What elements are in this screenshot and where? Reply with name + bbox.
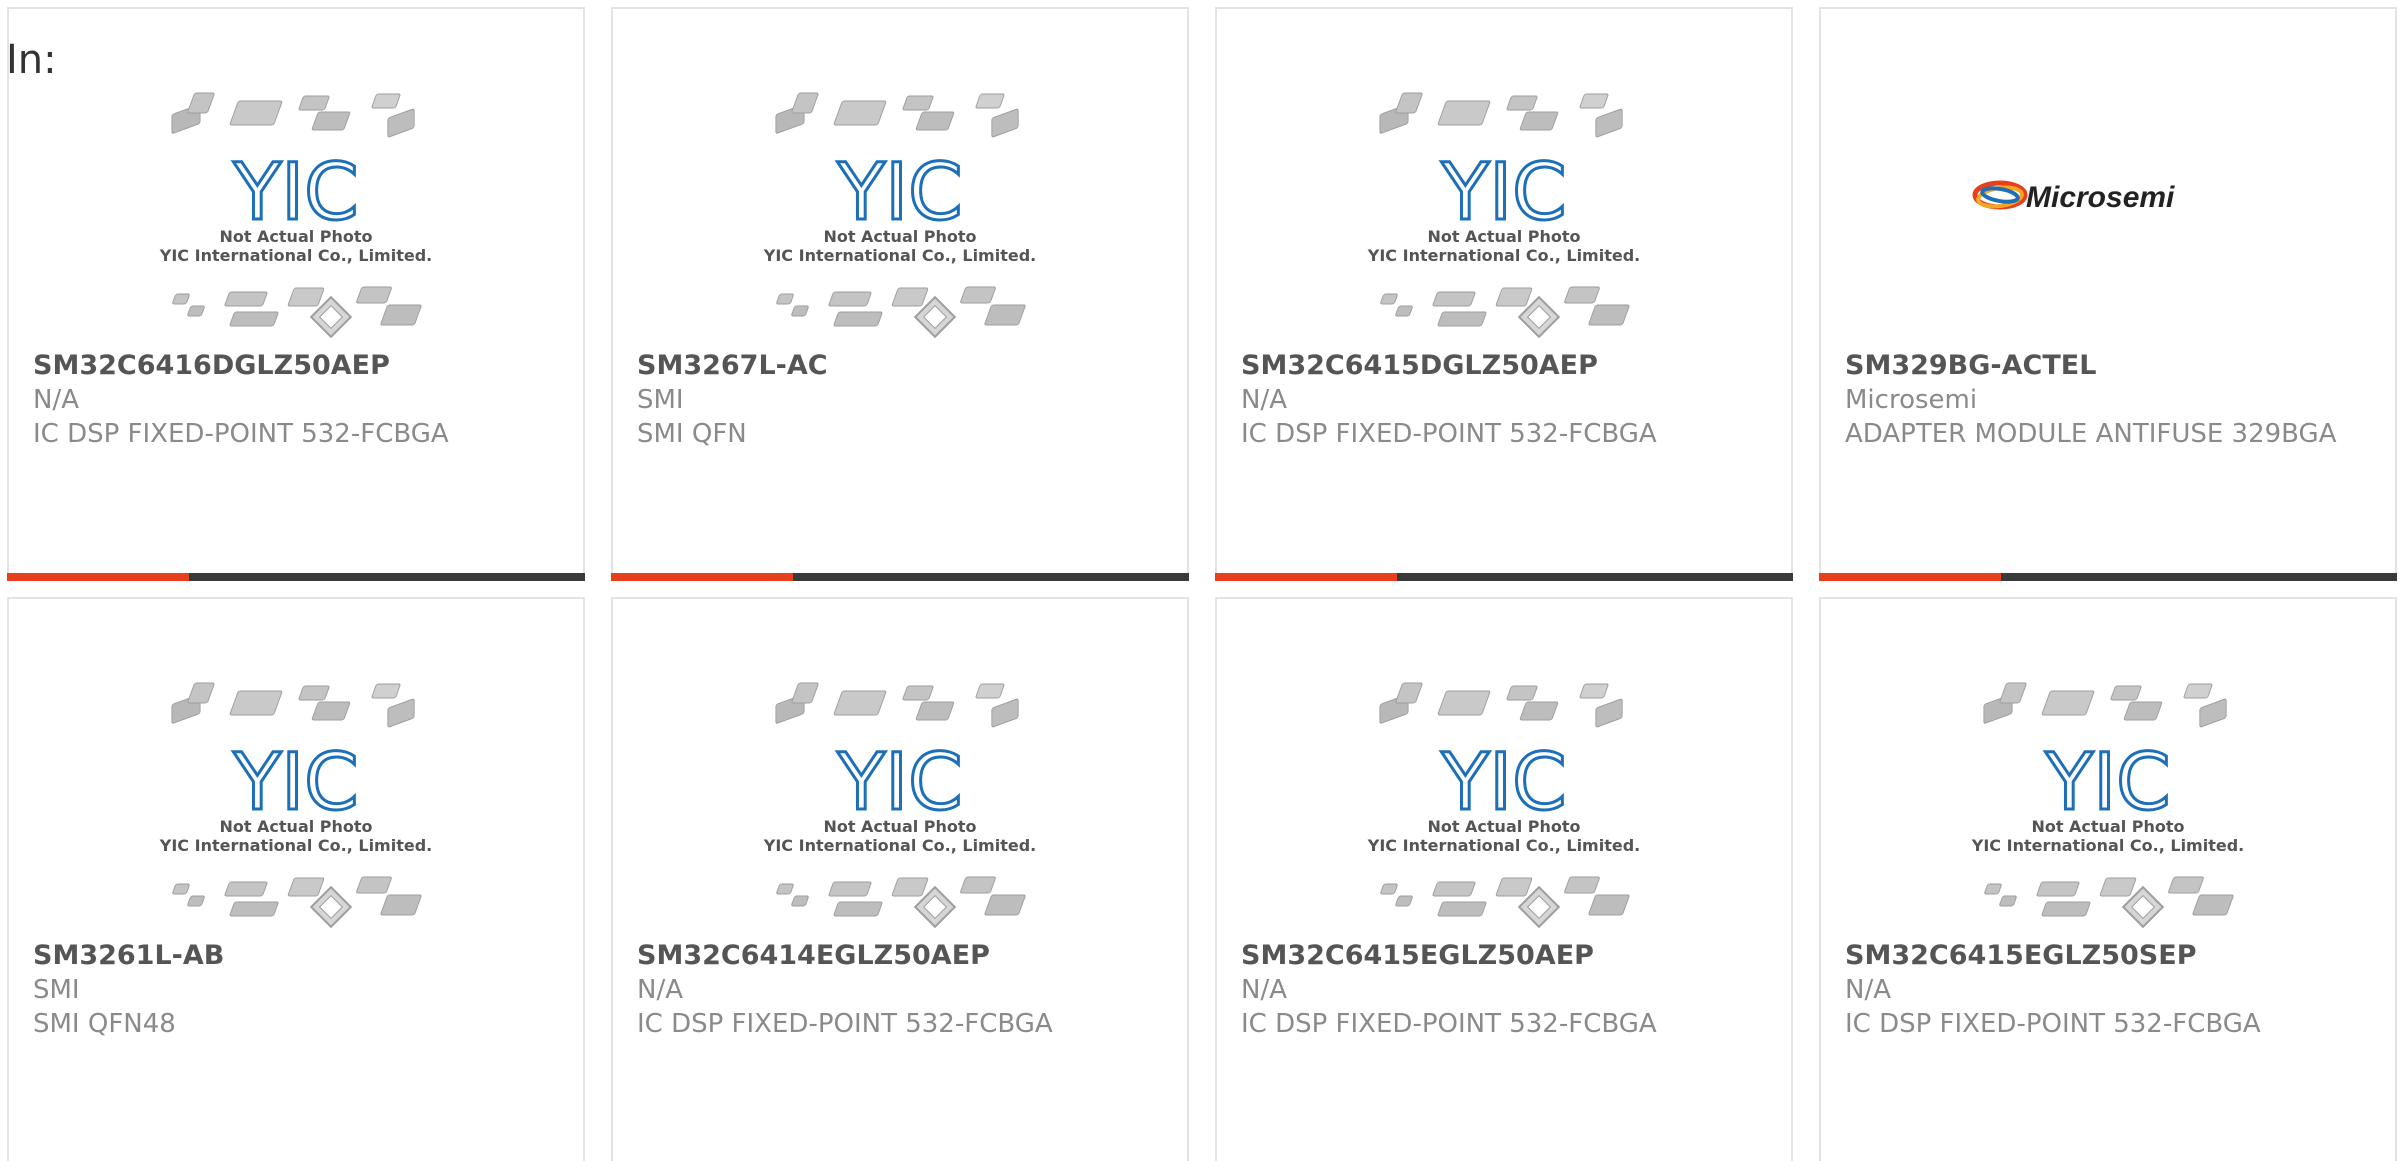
manufacturer: N/A — [637, 975, 683, 1005]
part-number[interactable]: SM32C6415EGLZ50AEP — [1241, 939, 1767, 973]
product-grid: YIC Not Actual Photo YIC International Co.… — [7, 7, 2400, 1161]
yic-logo: YIC — [1440, 738, 1566, 828]
part-number[interactable]: SM329BG-ACTEL — [1845, 349, 2371, 383]
product-image: YIC Not Actual Photo YIC International Co.… — [1821, 679, 2395, 939]
yic-placeholder-icon: YICNot Actual PhotoYIC International Co.… — [159, 682, 432, 929]
placeholder-line2: YIC International Co., Limited. — [763, 246, 1036, 265]
manufacturer: N/A — [1241, 385, 1287, 415]
description: IC DSP FIXED-POINT 532-FCBGA — [1241, 1009, 1657, 1039]
placeholder-line2: YIC International Co., Limited. — [763, 836, 1036, 855]
yic-logo: YIC — [232, 738, 358, 828]
product-card[interactable]: YIC Not Actual Photo YIC International Co.… — [1215, 597, 1793, 1161]
yic-placeholder-icon: YICNot Actual PhotoYIC International Co.… — [1367, 682, 1640, 929]
placeholder-line2: YIC International Co., Limited. — [159, 836, 432, 855]
manufacturer: SMI — [637, 385, 684, 415]
product-image: YIC Not Actual Photo YIC International Co.… — [1217, 679, 1791, 939]
card-bottom-bar — [611, 573, 1189, 581]
product-card[interactable]: YIC Not Actual Photo YIC International Co.… — [611, 597, 1189, 1161]
placeholder-line1: Not Actual Photo — [219, 817, 372, 836]
description: SMI QFN48 — [33, 1009, 176, 1039]
placeholder-line1: Not Actual Photo — [1427, 227, 1580, 246]
part-number[interactable]: SM3267L-AC — [637, 349, 1163, 383]
part-number[interactable]: SM32C6414EGLZ50AEP — [637, 939, 1163, 973]
product-image: YIC Not Actual Photo YIC International Co.… — [613, 679, 1187, 939]
manufacturer: Microsemi — [1845, 385, 1978, 415]
yic-logo: YIC — [836, 738, 962, 828]
product-card[interactable]: YIC Not Actual Photo YIC International Co.… — [1215, 7, 1793, 581]
manufacturer: N/A — [1845, 975, 1891, 1005]
placeholder-line1: Not Actual Photo — [1427, 817, 1580, 836]
card-bottom-bar — [1819, 573, 2397, 581]
product-image: YIC Not Actual Photo YIC International Co.… — [1217, 89, 1791, 349]
yic-logo: YIC — [836, 148, 962, 238]
placeholder-line1: Not Actual Photo — [823, 817, 976, 836]
yic-placeholder-icon: YICNot Actual PhotoYIC International Co.… — [1971, 682, 2244, 929]
part-number[interactable]: SM32C6415EGLZ50SEP — [1845, 939, 2371, 973]
yic-placeholder-icon: YICNot Actual PhotoYIC International Co.… — [159, 92, 432, 339]
description: IC DSP FIXED-POINT 532-FCBGA — [637, 1009, 1053, 1039]
microsemi-logo-icon: Microsemi — [1972, 180, 2175, 214]
in-label: In: — [6, 37, 57, 83]
product-image: YIC Not Actual Photo YIC International Co.… — [613, 89, 1187, 349]
product-card[interactable]: YIC Not Actual Photo YIC International Co.… — [611, 7, 1189, 581]
part-number[interactable]: SM3261L-AB — [33, 939, 559, 973]
placeholder-line1: Not Actual Photo — [823, 227, 976, 246]
yic-logo: YIC — [1440, 148, 1566, 238]
manufacturer: N/A — [33, 385, 79, 415]
microsemi-logo-text: Microsemi — [2026, 181, 2175, 214]
description: IC DSP FIXED-POINT 532-FCBGA — [1845, 1009, 2261, 1039]
product-card[interactable]: YIC Not Actual Photo YIC International Co.… — [7, 597, 585, 1161]
placeholder-line2: YIC International Co., Limited. — [1971, 836, 2244, 855]
placeholder-line2: YIC International Co., Limited. — [159, 246, 432, 265]
placeholder-line1: Not Actual Photo — [2031, 817, 2184, 836]
yic-placeholder-icon: YICNot Actual PhotoYIC International Co.… — [763, 682, 1036, 929]
description: ADAPTER MODULE ANTIFUSE 329BGA — [1845, 419, 2337, 449]
yic-placeholder-icon: YICNot Actual PhotoYIC International Co.… — [1367, 92, 1640, 339]
placeholder-line1: Not Actual Photo — [219, 227, 372, 246]
product-card[interactable]: Microsemi SM329BG-ACTEL Microsemi ADAPTE… — [1819, 7, 2397, 581]
product-image: Microsemi — [1821, 89, 2395, 349]
placeholder-line2: YIC International Co., Limited. — [1367, 246, 1640, 265]
product-card[interactable]: YIC Not Actual Photo YIC International Co.… — [7, 7, 585, 581]
part-number[interactable]: SM32C6416DGLZ50AEP — [33, 349, 559, 383]
description: IC DSP FIXED-POINT 532-FCBGA — [33, 419, 449, 449]
product-card[interactable]: YIC Not Actual Photo YIC International Co.… — [1819, 597, 2397, 1161]
product-image: YIC Not Actual Photo YIC International Co.… — [9, 89, 583, 349]
description: SMI QFN — [637, 419, 747, 449]
placeholder-line2: YIC International Co., Limited. — [1367, 836, 1640, 855]
manufacturer: SMI — [33, 975, 80, 1005]
yic-placeholder-icon: YICNot Actual PhotoYIC International Co.… — [763, 92, 1036, 339]
yic-logo: YIC — [2044, 738, 2170, 828]
part-number[interactable]: SM32C6415DGLZ50AEP — [1241, 349, 1767, 383]
yic-logo: YIC — [232, 148, 358, 238]
description: IC DSP FIXED-POINT 532-FCBGA — [1241, 419, 1657, 449]
product-image: YIC Not Actual Photo YIC International Co.… — [9, 679, 583, 939]
manufacturer: N/A — [1241, 975, 1287, 1005]
card-bottom-bar — [1215, 573, 1793, 581]
card-bottom-bar — [7, 573, 585, 581]
